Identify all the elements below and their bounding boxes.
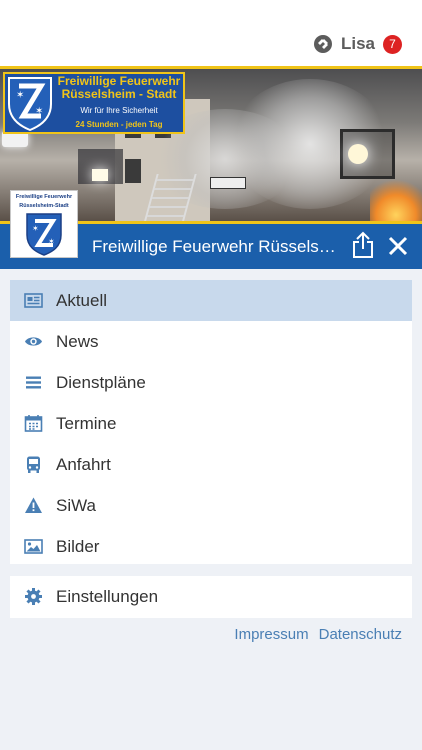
menu-item-einstellungen[interactable]: Einstellungen — [10, 576, 412, 617]
image-icon — [24, 539, 43, 554]
calendar-icon — [24, 415, 43, 432]
navigation-menu: Aktuell News Dienstpläne Termine Anfahrt… — [10, 280, 412, 564]
menu-item-label: News — [56, 331, 99, 351]
footer-links: Impressum Datenschutz — [234, 626, 402, 643]
app-logo: Freiwillige Feuerwehr Rüsselsheim-Stadt … — [10, 190, 78, 258]
menu-item-termine[interactable]: Termine — [10, 403, 412, 444]
logo-line1: Freiwillige Feuerwehr — [15, 194, 73, 200]
menu-item-bilder[interactable]: Bilder — [10, 526, 412, 567]
notification-badge[interactable]: 7 — [383, 34, 402, 54]
top-bar: Lisa 7 — [0, 0, 422, 66]
list-icon — [26, 376, 41, 389]
banner-line2: Rüsselsheim - Stadt — [61, 87, 177, 101]
banner-slogan: Wir für Ihre Sicherheit — [80, 106, 158, 115]
datenschutz-link[interactable]: Datenschutz — [319, 626, 402, 643]
user-name: Lisa — [340, 34, 375, 53]
share-icon[interactable] — [351, 231, 375, 259]
logo-line2: Rüsselsheim-Stadt — [19, 203, 69, 209]
bus-icon — [27, 456, 40, 473]
banner-logo: ✶ ✶ Freiwillige Feuerwehr Rüsselsheim - … — [3, 72, 185, 134]
menu-item-label: Termine — [56, 413, 117, 433]
svg-text:✶: ✶ — [35, 106, 43, 117]
svg-text:✶: ✶ — [16, 90, 24, 101]
menu-item-label: Anfahrt — [56, 454, 111, 474]
menu-item-news[interactable]: News — [10, 321, 412, 362]
menu-item-dienstplaene[interactable]: Dienstpläne — [10, 362, 412, 403]
eye-icon — [25, 337, 42, 346]
menu-item-label: Bilder — [56, 536, 100, 556]
app-logo-icon — [313, 35, 332, 53]
svg-text:✶: ✶ — [32, 224, 39, 233]
menu-item-label: Aktuell — [56, 290, 108, 310]
coat-of-arms-icon: ✶ ✶ — [26, 213, 62, 256]
floodlight — [92, 169, 108, 181]
settings-section: Einstellungen — [10, 576, 412, 618]
menu-item-label: Dienstpläne — [56, 372, 146, 392]
coat-of-arms-icon: ✶ ✶ — [8, 77, 52, 132]
floodlight — [348, 144, 368, 164]
menu-item-label: Einstellungen — [56, 586, 159, 606]
menu-item-label: SiWa — [56, 495, 96, 515]
page-title: Freiwillige Feuerwehr Rüsselsheim-Stadt — [92, 237, 338, 256]
menu-item-siwa[interactable]: SiWa — [10, 485, 412, 526]
newspaper-icon — [24, 293, 43, 308]
banner-availability: 24 Stunden - jeden Tag — [75, 120, 163, 129]
impressum-link[interactable]: Impressum — [234, 626, 308, 643]
menu-item-anfahrt[interactable]: Anfahrt — [10, 444, 412, 485]
gear-icon — [25, 588, 42, 605]
svg-text:✶: ✶ — [48, 237, 55, 246]
user-menu[interactable]: Lisa 7 — [313, 32, 402, 56]
close-icon[interactable] — [387, 235, 409, 257]
shop-sign — [210, 177, 246, 189]
warning-icon — [25, 497, 42, 513]
fire-glow — [370, 179, 422, 221]
menu-item-aktuell[interactable]: Aktuell — [10, 280, 412, 321]
